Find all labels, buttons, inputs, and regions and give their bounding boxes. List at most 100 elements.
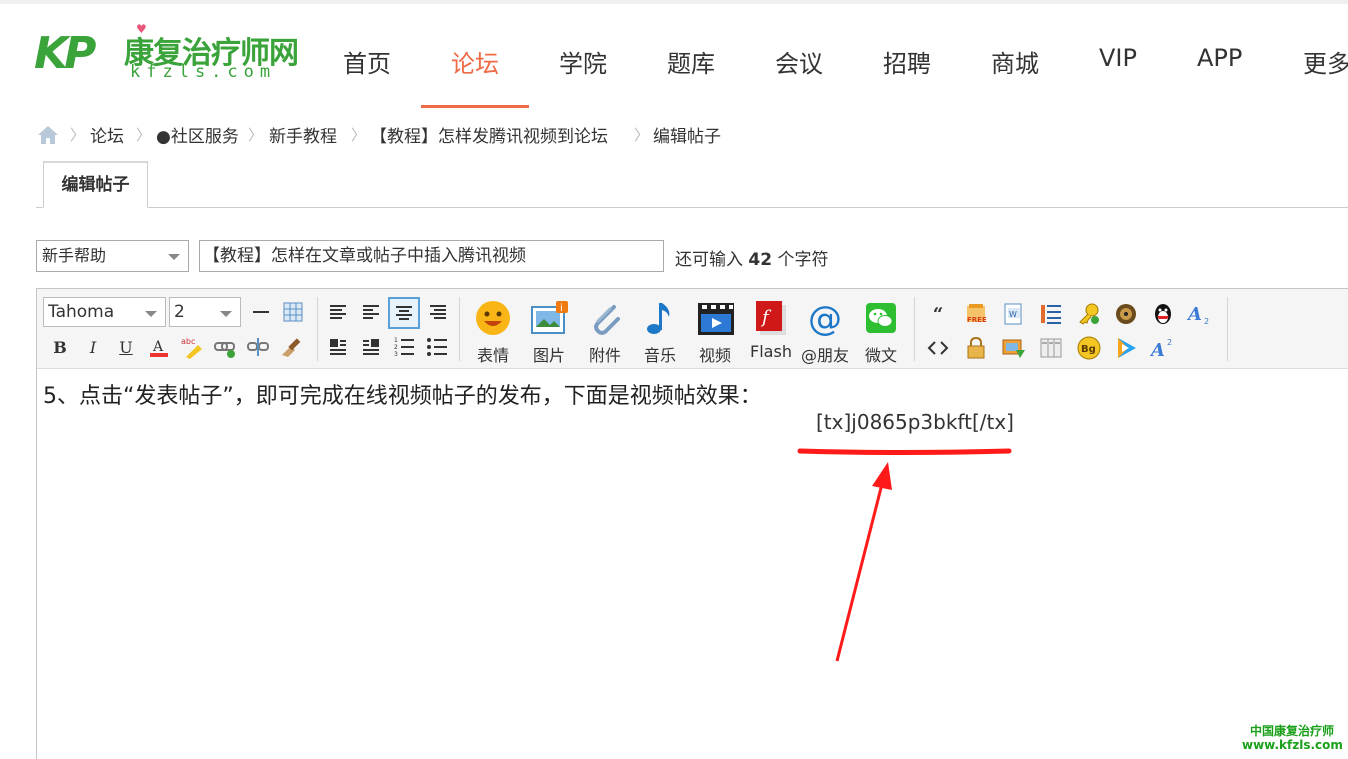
svg-text:W: W [1009, 310, 1017, 319]
svg-text:A: A [1150, 340, 1165, 360]
breadcrumb-separator: 〉 [136, 126, 152, 144]
watermark-title: 中国康复治疗师 [1249, 724, 1334, 738]
clear-format-icon[interactable] [278, 334, 304, 360]
align-left-icon[interactable] [325, 299, 351, 325]
flash-label: Flash [750, 342, 792, 361]
text-color-icon[interactable]: A [146, 334, 172, 360]
float-left-icon[interactable] [325, 334, 351, 360]
breadcrumb-item-thread[interactable]: 【教程】怎样发腾讯视频到论坛 [370, 122, 608, 147]
unlink-icon[interactable] [245, 334, 271, 360]
flash-icon: f [752, 299, 790, 337]
breadcrumb-separator: 〉 [248, 126, 264, 144]
logo-mark: KP [34, 28, 96, 79]
nav-item-academy[interactable]: 学院 [559, 44, 607, 79]
disc-icon[interactable] [1113, 301, 1139, 327]
nav-item-mall[interactable]: 商城 [991, 44, 1039, 79]
emoji-button[interactable]: 表情 [467, 299, 519, 365]
svg-text:abc: abc [181, 337, 195, 346]
download-icon[interactable] [1001, 335, 1027, 361]
top-strip [0, 0, 1348, 4]
table-icon[interactable] [280, 299, 306, 325]
mention-label: @朋友 [800, 346, 849, 365]
chevron-down-icon [220, 311, 232, 317]
post-editor: Tahoma 2 B I U A abc 1 2 3 表情 i 图片 附件 音乐… [36, 288, 1348, 759]
nav-item-vip[interactable]: VIP [1099, 44, 1137, 72]
align-center-icon[interactable] [388, 297, 420, 329]
link-icon[interactable] [212, 334, 238, 360]
editor-content-area[interactable]: 5、点击“发表帖子”，即可完成在线视频帖子的发布，下面是视频帖效果： [tx]j… [37, 370, 1348, 759]
free-content-icon[interactable]: FREE [963, 301, 989, 327]
code-icon[interactable] [925, 335, 951, 361]
nav-item-conference[interactable]: 会议 [775, 44, 823, 79]
float-right-icon[interactable] [358, 334, 384, 360]
breadcrumb-item-tutorials[interactable]: 新手教程 [269, 122, 337, 147]
svg-text:1: 1 [394, 337, 398, 344]
page-break-icon[interactable] [1038, 301, 1064, 327]
nav-item-app[interactable]: APP [1197, 44, 1242, 72]
columns-icon[interactable] [1038, 335, 1064, 361]
key-icon[interactable] [1076, 301, 1102, 327]
superscript-icon[interactable]: A2 [1150, 335, 1176, 361]
image-label: 图片 [532, 346, 565, 365]
font-family-select[interactable]: Tahoma [43, 297, 166, 327]
nav-item-home[interactable]: 首页 [343, 44, 391, 79]
remaining-chars-count: 42 [748, 250, 773, 270]
toolbar-separator [914, 297, 915, 361]
svg-text:3: 3 [394, 351, 398, 358]
music-button[interactable]: 音乐 [634, 299, 686, 365]
attachment-button[interactable]: 附件 [579, 299, 631, 365]
tencent-video-icon[interactable] [1113, 335, 1139, 361]
breadcrumb-item-current: 编辑帖子 [653, 127, 721, 147]
watermark-url: www.kfzls.com [1242, 738, 1343, 752]
horizontal-rule-icon[interactable] [248, 299, 274, 325]
category-select-value: 新手帮助 [42, 246, 107, 265]
category-select[interactable]: 新手帮助 [36, 240, 189, 272]
image-button[interactable]: i 图片 [523, 299, 575, 365]
smiley-icon [474, 299, 512, 337]
word-doc-icon[interactable]: W [1001, 301, 1027, 327]
breadcrumb-item-forum[interactable]: 论坛 [90, 122, 124, 147]
nav-item-more[interactable]: 更多 [1303, 44, 1348, 79]
underline-icon[interactable]: U [113, 334, 139, 360]
toolbar-separator [317, 297, 318, 361]
bold-icon[interactable]: B [47, 334, 73, 360]
svg-text:2: 2 [394, 344, 398, 351]
svg-text:FREE: FREE [967, 316, 987, 324]
toolbar-separator [459, 297, 460, 361]
nav-item-question-bank[interactable]: 题库 [667, 44, 715, 79]
music-label: 音乐 [643, 346, 676, 365]
remaining-chars-prefix: 还可输入 [675, 250, 743, 270]
font-size-select[interactable]: 2 [169, 297, 241, 327]
breadcrumb-item-community[interactable]: ●社区服务 [156, 122, 239, 147]
tab-edit-post[interactable]: 编辑帖子 [43, 161, 148, 208]
wechat-button[interactable]: 微文 [855, 299, 907, 365]
ordered-list-icon[interactable]: 123 [391, 334, 417, 360]
svg-text:A: A [152, 339, 164, 355]
flash-button[interactable]: f Flash [745, 299, 797, 365]
align-justify-icon[interactable] [358, 299, 384, 325]
wechat-label: 微文 [864, 346, 897, 365]
home-icon[interactable] [36, 124, 60, 146]
subscript-icon[interactable]: A2 [1187, 301, 1213, 327]
tab-baseline [36, 207, 1348, 208]
at-sign-icon: @ [806, 299, 844, 337]
qq-penguin-icon[interactable] [1150, 301, 1176, 327]
align-right-icon[interactable] [425, 299, 451, 325]
chevron-down-icon [168, 254, 180, 260]
mention-button[interactable]: @ @朋友 [799, 299, 851, 365]
unordered-list-icon[interactable] [424, 334, 450, 360]
title-input[interactable]: 【教程】怎样在文章或帖子中插入腾讯视频 [199, 240, 664, 272]
video-button[interactable]: 视频 [689, 299, 741, 365]
font-size-value: 2 [174, 302, 185, 322]
italic-icon[interactable]: I [80, 334, 106, 360]
lock-icon[interactable] [963, 335, 989, 361]
nav-item-forum[interactable]: 论坛 [451, 44, 499, 79]
nav-item-jobs[interactable]: 招聘 [883, 44, 931, 79]
background-icon[interactable]: Bg [1076, 335, 1102, 361]
music-note-icon [641, 299, 679, 337]
quote-icon[interactable]: “ [925, 301, 951, 327]
remaining-chars-suffix: 个字符 [777, 250, 829, 270]
highlight-icon[interactable]: abc [179, 334, 205, 360]
svg-text:2: 2 [1204, 317, 1209, 326]
site-logo[interactable]: KP ♥ 康复治疗师网 kfzls.com [34, 22, 314, 84]
